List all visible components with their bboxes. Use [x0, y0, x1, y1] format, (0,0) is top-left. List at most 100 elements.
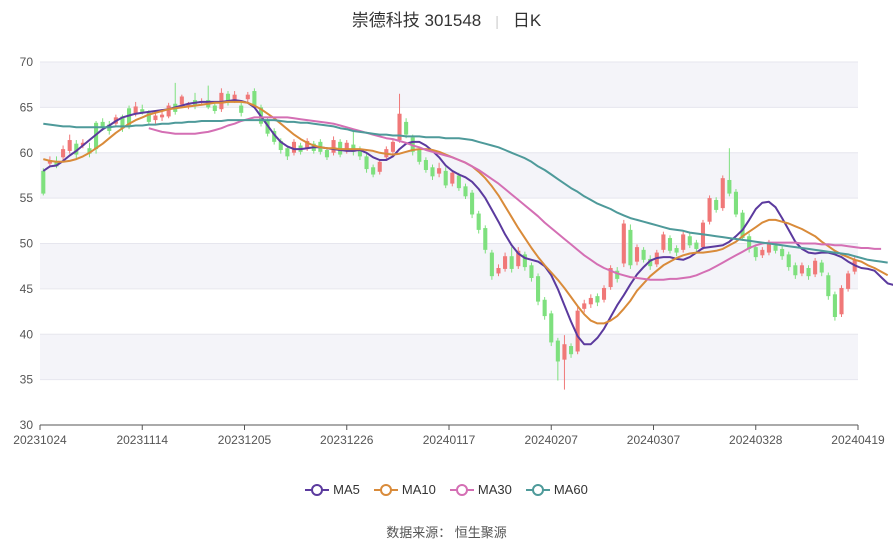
candle-body	[780, 248, 785, 257]
candle	[628, 224, 633, 269]
x-tick-label: 20231226	[320, 433, 374, 447]
legend-swatch-marker	[455, 483, 468, 496]
candle-body	[443, 170, 448, 186]
candle	[588, 294, 593, 308]
candle-body	[423, 160, 428, 170]
legend-label: MA10	[401, 482, 436, 497]
candle-body	[681, 234, 686, 250]
y-axis: 30 35 40 45 50 55 60 65 70	[20, 55, 34, 432]
candle-body	[601, 287, 607, 300]
candle-body	[819, 262, 824, 273]
candle-body	[463, 186, 468, 197]
candle-body	[621, 223, 626, 264]
candle	[595, 293, 600, 307]
candle-body	[595, 296, 600, 303]
candle-body	[331, 140, 336, 153]
candle-body	[793, 265, 798, 276]
candle-body	[582, 303, 587, 309]
candle	[720, 175, 725, 211]
candle	[608, 265, 613, 290]
x-axis: 20231024 20231114 20231205 20231226 20240117…	[13, 424, 885, 447]
candle-body	[549, 313, 554, 343]
candle	[832, 291, 837, 321]
candle	[476, 210, 481, 234]
candle-body	[324, 150, 330, 158]
candle-body	[568, 346, 574, 355]
x-tick-label: 20240207	[525, 433, 579, 447]
candle-body	[773, 245, 778, 251]
legend-item-ma5[interactable]: MA5	[305, 482, 360, 497]
candle-body	[179, 96, 184, 105]
y-tick-label: 50	[20, 237, 34, 251]
candle-body	[470, 192, 475, 215]
y-tick-label: 65	[20, 100, 34, 114]
candle-body	[694, 242, 699, 249]
candle-body	[509, 256, 514, 269]
candle-body	[667, 238, 673, 251]
legend-label: MA60	[553, 482, 588, 497]
candle-body	[496, 268, 501, 274]
candle-body	[483, 228, 488, 250]
candle-body	[456, 175, 461, 189]
legend-item-ma10[interactable]: MA10	[373, 482, 436, 497]
candle-body	[727, 179, 732, 194]
grid-band	[40, 243, 858, 289]
x-tick-label: 20240307	[627, 433, 681, 447]
candle-body	[707, 198, 712, 222]
candle-body	[377, 161, 382, 172]
candle-body	[826, 275, 831, 297]
candle	[733, 189, 739, 218]
legend-swatch-marker	[311, 483, 324, 496]
candle-body	[430, 167, 435, 177]
legend-swatch-icon	[305, 483, 330, 496]
candle-body	[832, 294, 837, 318]
candle-body	[799, 265, 804, 274]
candle-body	[252, 91, 257, 106]
y-tick-label: 55	[20, 191, 34, 205]
candle-body	[786, 254, 791, 268]
candle	[661, 231, 666, 253]
candle	[681, 231, 686, 253]
chart-legend: MA5 MA10 MA30 MA60	[0, 482, 893, 497]
candle-body	[390, 141, 395, 152]
candle	[667, 235, 673, 254]
x-tick-label: 20231114	[116, 433, 168, 447]
legend-swatch-icon	[373, 483, 398, 496]
legend-swatch-marker	[379, 483, 392, 496]
candle-body	[153, 115, 158, 121]
grid-band	[40, 334, 858, 380]
legend-label: MA30	[477, 482, 512, 497]
candle	[483, 225, 488, 254]
candle-body	[641, 249, 646, 260]
candle-body	[437, 168, 442, 174]
legend-item-ma60[interactable]: MA60	[525, 482, 588, 497]
candle-body	[489, 252, 494, 277]
data-source: 数据来源： 恒生聚源	[386, 525, 507, 540]
candle-body	[753, 247, 758, 258]
candle-body	[212, 105, 217, 112]
candle-body	[562, 344, 567, 360]
series-line-ma10	[43, 100, 889, 325]
candle	[582, 299, 587, 313]
candle	[351, 131, 356, 156]
candle-body	[846, 273, 851, 289]
legend-label: MA5	[333, 482, 360, 497]
y-tick-label: 35	[20, 373, 34, 387]
candle-body	[536, 276, 541, 302]
candle	[489, 249, 494, 280]
legend-item-ma30[interactable]: MA30	[449, 482, 512, 497]
candle-body	[687, 236, 692, 246]
candle-body	[140, 109, 145, 112]
legend-swatch-icon	[449, 483, 474, 496]
candlestick-chart: 303540455055606570 20231024 20231114 20231…	[13, 55, 893, 447]
candle-body	[41, 170, 46, 194]
candle	[331, 136, 336, 156]
candle-body	[404, 121, 409, 135]
candle	[621, 219, 626, 268]
candle	[470, 189, 475, 219]
candle	[813, 258, 818, 278]
x-tick-label: 20240328	[729, 433, 783, 447]
candle	[542, 297, 547, 320]
candle-body	[555, 340, 560, 362]
candle	[707, 195, 712, 225]
